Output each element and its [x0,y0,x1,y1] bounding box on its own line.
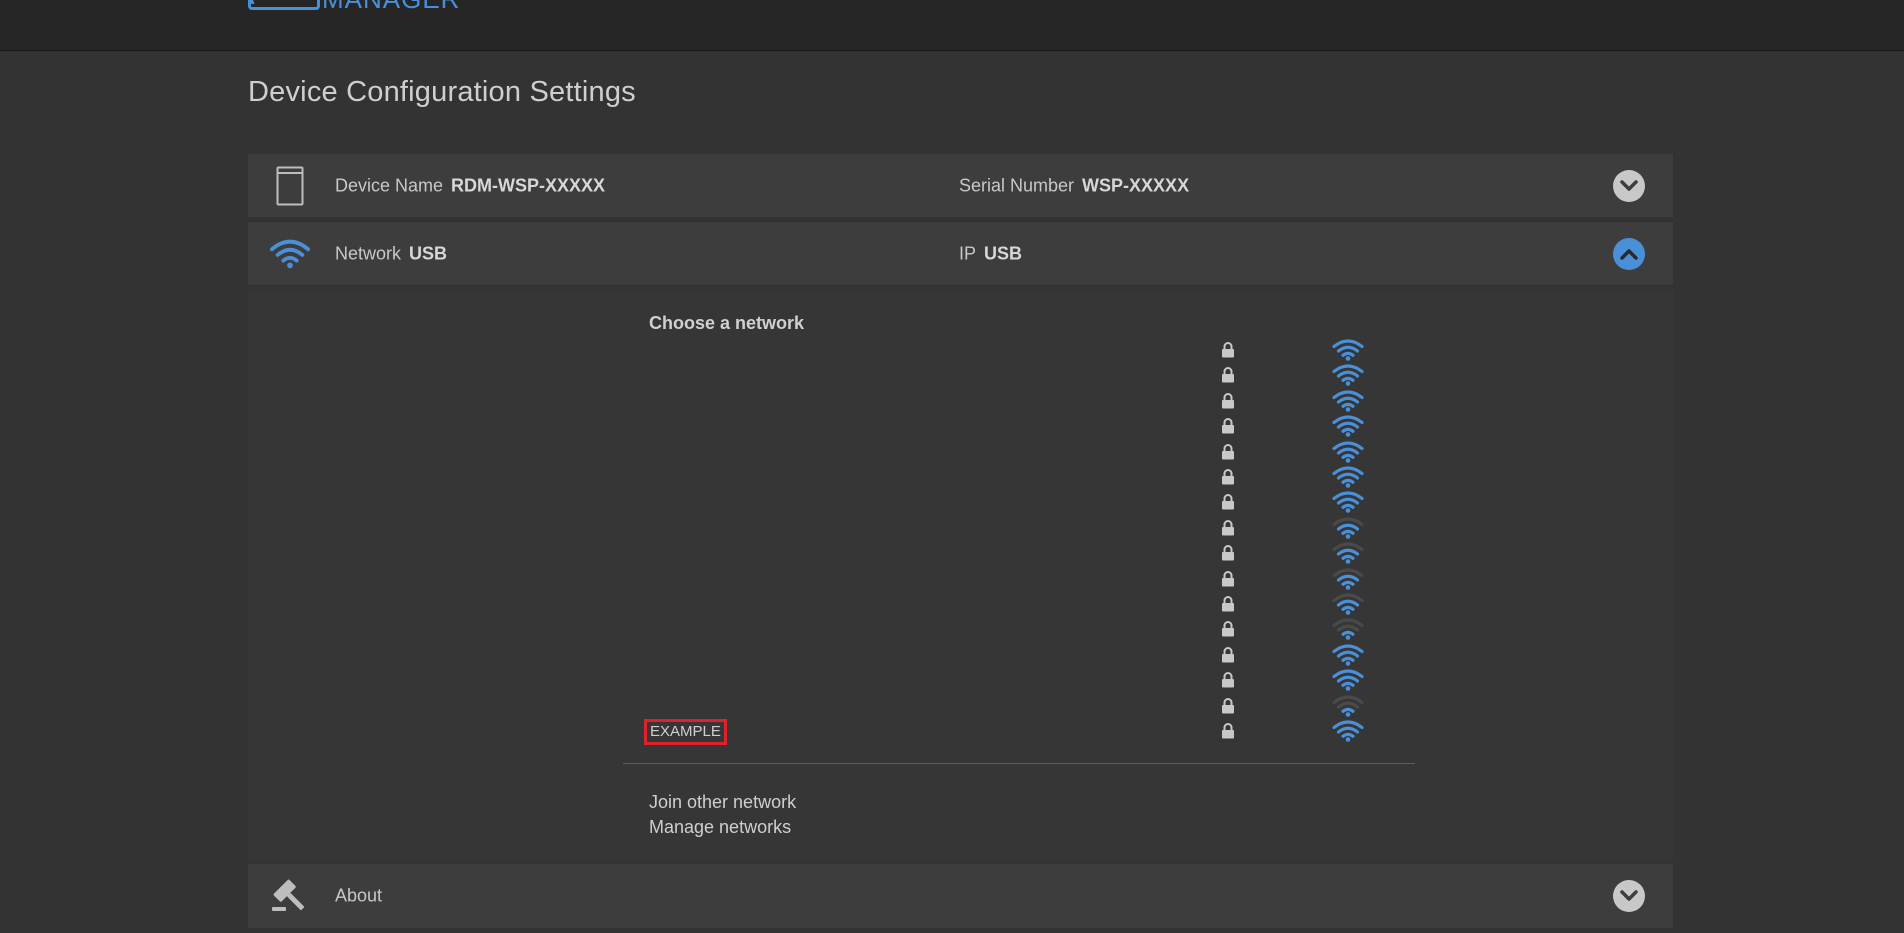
network-list-item[interactable] [248,362,1673,387]
page-title: Device Configuration Settings [248,76,636,108]
signal-strength-icon [1332,364,1364,387]
signal-strength-icon [1332,339,1364,361]
divider [623,763,1415,764]
signal-strength-icon [1332,618,1364,641]
device-row[interactable]: Device Name RDM-WSP-XXXXX Serial Number WS… [248,154,1673,217]
lock-icon [1222,570,1234,587]
network-list-item[interactable] [248,464,1673,489]
lock-icon [1222,519,1234,536]
chevron-down-icon [1620,179,1638,191]
network-list-item[interactable] [248,667,1673,692]
network-list-item[interactable] [248,693,1673,718]
wifi-icon [270,234,310,274]
network-list-item[interactable] [248,515,1673,540]
network-list-item[interactable] [248,388,1673,413]
network-list-item[interactable]: EXAMPLE [248,718,1673,745]
about-row[interactable]: About [248,864,1673,928]
choose-network-title: Choose a network [649,313,805,333]
network-list-item[interactable] [248,439,1673,464]
app-logo[interactable]: MANAGER [248,0,460,12]
network-name: EXAMPLE [644,719,727,745]
lock-icon [1222,342,1234,358]
about-field: About [335,886,390,907]
ip-value: USB [984,243,1023,263]
signal-strength-icon [1332,390,1364,412]
network-label: Network [335,243,402,263]
signal-strength-icon [1332,441,1364,463]
logo-mark-icon [248,0,320,10]
chevron-down-icon [1620,890,1638,901]
network-list-item[interactable] [248,616,1673,641]
network-field: Network USB [335,243,447,264]
network-list-item[interactable] [248,566,1673,591]
top-bar: MANAGER [0,0,1904,51]
logo-text: MANAGER [322,0,460,12]
lock-icon [1222,621,1234,637]
signal-strength-icon [1332,517,1364,539]
serial-number-value: WSP-XXXXX [1082,175,1190,195]
about-expand-button[interactable] [1613,880,1645,912]
network-list-item[interactable] [248,337,1673,362]
chevron-up-icon [1620,248,1638,260]
serial-number-field: Serial Number WSP-XXXXX [959,175,1189,196]
network-value: USB [409,243,448,263]
about-label: About [335,885,383,906]
ip-field: IP USB [959,243,1022,264]
lock-icon [1222,392,1234,409]
manage-networks-link[interactable]: Manage networks [649,817,791,838]
lock-icon [1222,494,1234,510]
lock-icon [1222,646,1234,663]
network-list-item[interactable] [248,591,1673,616]
network-list-item[interactable] [248,413,1673,438]
lock-icon [1222,596,1234,612]
network-collapse-button[interactable] [1613,237,1645,270]
network-list-item[interactable] [248,489,1673,514]
device-expand-button[interactable] [1613,169,1645,202]
signal-strength-icon [1332,568,1364,590]
lock-icon [1222,672,1234,688]
ip-label: IP [959,243,977,263]
lock-icon [1222,367,1234,383]
network-panel: Choose a network EXAMPLE Join other netw… [248,289,1673,861]
device-name-label: Device Name [335,175,444,195]
signal-strength-icon [1332,644,1364,666]
lock-icon [1222,418,1234,434]
gavel-icon [270,876,310,916]
signal-strength-icon [1332,542,1364,564]
lock-icon [1222,443,1234,460]
lock-icon [1222,545,1234,561]
device-name-value: RDM-WSP-XXXXX [451,175,606,195]
device-name-field: Device Name RDM-WSP-XXXXX [335,175,605,196]
network-list-item[interactable] [248,642,1673,667]
signal-strength-icon [1332,669,1364,691]
lock-icon [1222,723,1234,739]
signal-strength-icon [1332,720,1364,742]
signal-strength-icon [1332,695,1364,717]
join-other-network-link[interactable]: Join other network [649,792,796,813]
network-row[interactable]: Network USB IP USB [248,222,1673,285]
signal-strength-icon [1332,593,1364,615]
device-icon [270,166,310,206]
lock-icon [1222,697,1234,714]
serial-number-label: Serial Number [959,175,1075,195]
signal-strength-icon [1332,466,1364,488]
network-list-item[interactable] [248,540,1673,565]
signal-strength-icon [1332,415,1364,437]
lock-icon [1222,469,1234,485]
signal-strength-icon [1332,491,1364,514]
